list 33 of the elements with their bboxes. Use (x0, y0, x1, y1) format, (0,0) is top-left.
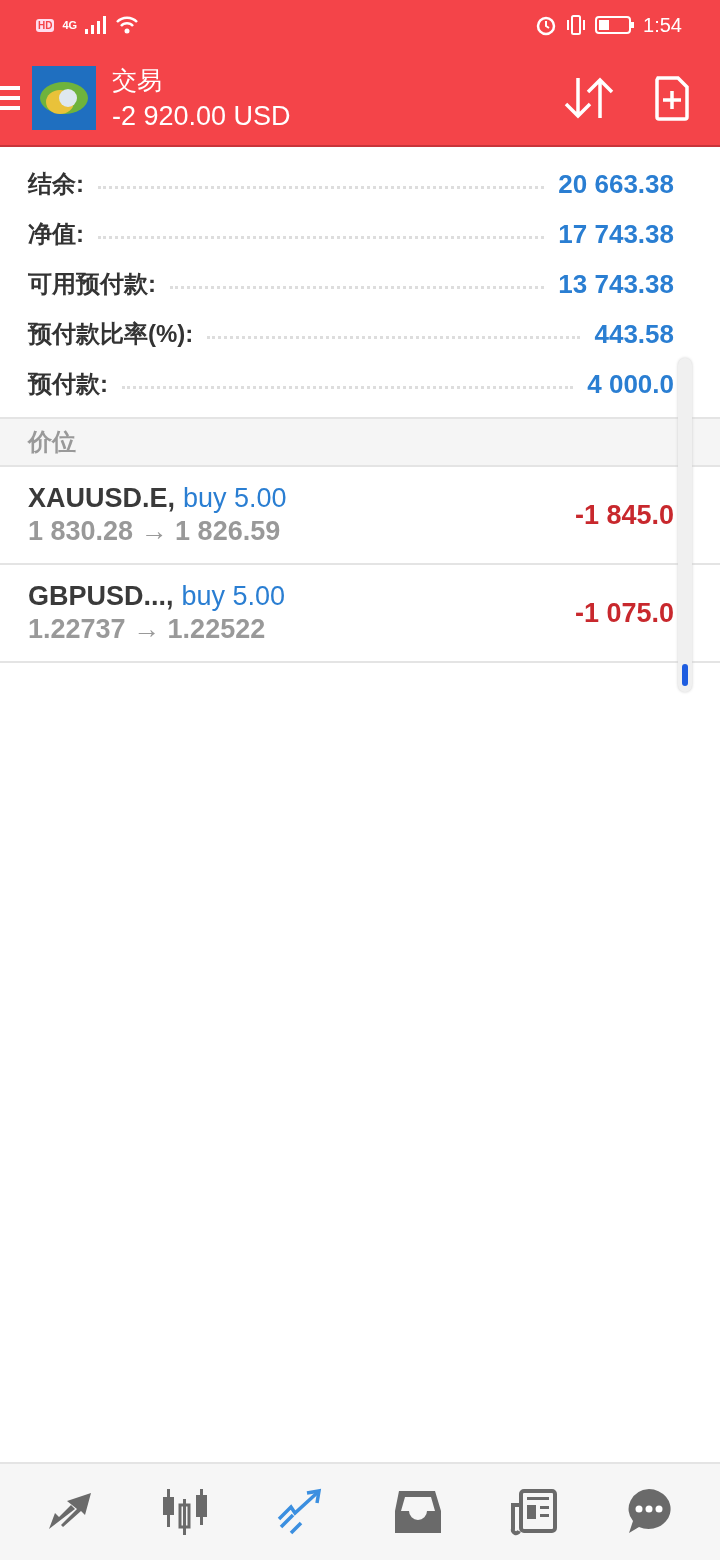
menu-icon[interactable] (0, 83, 20, 112)
scrollbar[interactable] (678, 358, 692, 692)
account-value: 17 743.38 (558, 218, 674, 250)
position-order: buy 5.00 (181, 581, 286, 612)
position-profit: -1 075.0 (574, 597, 674, 629)
account-value: 20 663.38 (558, 168, 674, 200)
wifi-icon (115, 16, 140, 34)
vibrate-icon (565, 14, 588, 36)
account-value: 13 743.38 (558, 268, 674, 300)
account-label: 结余: (28, 169, 84, 199)
account-label: 净值: (28, 219, 84, 249)
position-order: buy 5.00 (183, 483, 287, 514)
network-type: 4G (62, 19, 78, 31)
position-prices: 1 830.28 → 1 826.59 (28, 516, 282, 547)
position-profit: -1 845.0 (574, 499, 674, 531)
position-symbol: XAUUSD.E, (28, 483, 176, 514)
account-label: 预付款比率(%): (28, 319, 194, 349)
account-label: 可用预付款: (28, 269, 156, 299)
section-header: 价位 (0, 417, 720, 467)
clock-time: 1:54 (643, 13, 682, 37)
profit-total: -2 920.00 USD (112, 100, 291, 132)
news-tab-icon[interactable] (509, 1487, 559, 1537)
hd-indicator: HD (36, 18, 55, 32)
position-prices: 1.22737 → 1.22522 (28, 614, 267, 645)
signal-icon (85, 16, 108, 34)
account-label: 预付款: (28, 369, 108, 399)
screen-title: 交易 (112, 64, 163, 96)
battery-icon (595, 15, 636, 35)
alarm-icon (535, 14, 558, 36)
position-symbol: GBPUSD..., (28, 581, 174, 612)
app-logo-icon (32, 65, 96, 130)
account-value: 443.58 (594, 318, 674, 350)
account-value: 4 000.0 (587, 368, 674, 400)
